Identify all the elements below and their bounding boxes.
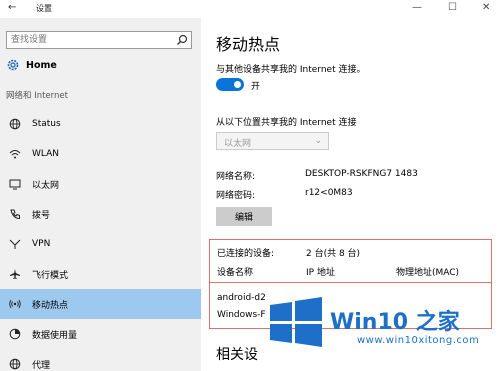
watermark-url: www.win10xitong.com — [357, 335, 480, 346]
home-label: Home — [26, 59, 57, 71]
device-row: Windows-F — [217, 310, 266, 320]
watermark-title: Win10 之家 — [330, 310, 460, 335]
sidebar-item-ethernet[interactable]: 以太网 — [0, 169, 201, 199]
sidebar-item-label: 飞行模式 — [32, 270, 69, 281]
sidebar-item-proxy[interactable]: 代理 — [0, 349, 201, 371]
network-name-value: DESKTOP-RSKFNG7 1483 — [305, 169, 418, 179]
sidebar-item-status[interactable]: Status — [0, 109, 201, 139]
share-from-value: 以太网 — [224, 139, 252, 149]
edit-button[interactable]: 编辑 — [216, 207, 272, 226]
sidebar-item-vpn[interactable]: VPN — [0, 229, 201, 259]
related-settings-heading: 相关设 — [216, 347, 258, 363]
sidebar-item-mobile-hotspot[interactable]: 移动热点 — [0, 289, 201, 319]
connected-devices-count: 2 台(共 8 台) — [306, 249, 361, 259]
network-name-label: 网络名称: — [216, 172, 256, 182]
globe-icon — [8, 117, 22, 131]
chevron-down-icon: ⌄ — [314, 136, 322, 146]
network-password-value: r12<0M83 — [305, 188, 353, 198]
back-arrow-icon[interactable]: ← — [8, 2, 16, 13]
column-mac-address: 物理地址(MAC) — [396, 268, 460, 278]
maximize-button[interactable]: ☐ — [448, 2, 457, 13]
close-button[interactable]: ✕ — [482, 2, 490, 13]
globe-icon — [8, 357, 22, 371]
network-password-label: 网络密码: — [216, 191, 256, 201]
share-from-label: 从以下位置共享我的 Internet 连接 — [216, 118, 357, 128]
toggle-state-label: 开 — [251, 82, 261, 92]
airplane-icon — [8, 267, 22, 281]
hotspot-toggle[interactable] — [216, 78, 244, 91]
column-ip-address: IP 地址 — [306, 268, 335, 278]
home-link[interactable]: Home — [6, 56, 57, 74]
minimize-button[interactable]: — — [412, 2, 422, 13]
device-row: android-d2 — [217, 293, 266, 303]
data-usage-icon — [8, 327, 22, 341]
sidebar-item-label: 代理 — [32, 360, 51, 371]
sidebar-item-wlan[interactable]: WLAN — [0, 139, 201, 169]
sidebar-item-label: 数据使用量 — [32, 330, 78, 341]
sidebar-item-label: VPN — [32, 239, 51, 249]
sidebar-item-label: 移动热点 — [32, 300, 69, 311]
vpn-icon — [8, 237, 22, 251]
windows-logo-watermark — [270, 297, 322, 347]
sidebar-item-label: 拨号 — [32, 210, 51, 221]
sidebar-item-airplane[interactable]: 飞行模式 — [0, 259, 201, 289]
search-box[interactable] — [6, 31, 192, 49]
window-title: 设置 — [36, 4, 52, 13]
sidebar-item-data-usage[interactable]: 数据使用量 — [0, 319, 201, 349]
sidebar-item-label: WLAN — [32, 149, 60, 159]
share-label: 与其他设备共享我的 Internet 连接。 — [216, 65, 366, 75]
gear-icon — [7, 59, 19, 71]
sidebar-item-dialup[interactable]: 拨号 — [0, 199, 201, 229]
hotspot-icon — [8, 297, 22, 311]
title-bar: ← 设置 — ☐ ✕ — [0, 0, 500, 18]
section-header: 网络和 Internet — [6, 91, 68, 101]
connected-devices-label: 已连接的设备: — [217, 249, 275, 259]
search-icon[interactable] — [176, 34, 188, 46]
sidebar-item-label: Status — [32, 119, 61, 129]
divider — [210, 282, 491, 283]
sidebar-item-label: 以太网 — [32, 180, 60, 191]
monitor-icon — [8, 177, 22, 191]
page-title: 移动热点 — [216, 35, 281, 54]
search-input[interactable] — [7, 32, 167, 48]
phone-icon — [8, 207, 22, 221]
sidebar: Home 网络和 Internet Status WLAN 以太网 拨号 VPN — [0, 18, 201, 371]
column-device-name: 设备名称 — [217, 268, 254, 278]
wifi-icon — [8, 147, 22, 161]
share-from-dropdown[interactable]: 以太网 ⌄ — [216, 132, 329, 150]
